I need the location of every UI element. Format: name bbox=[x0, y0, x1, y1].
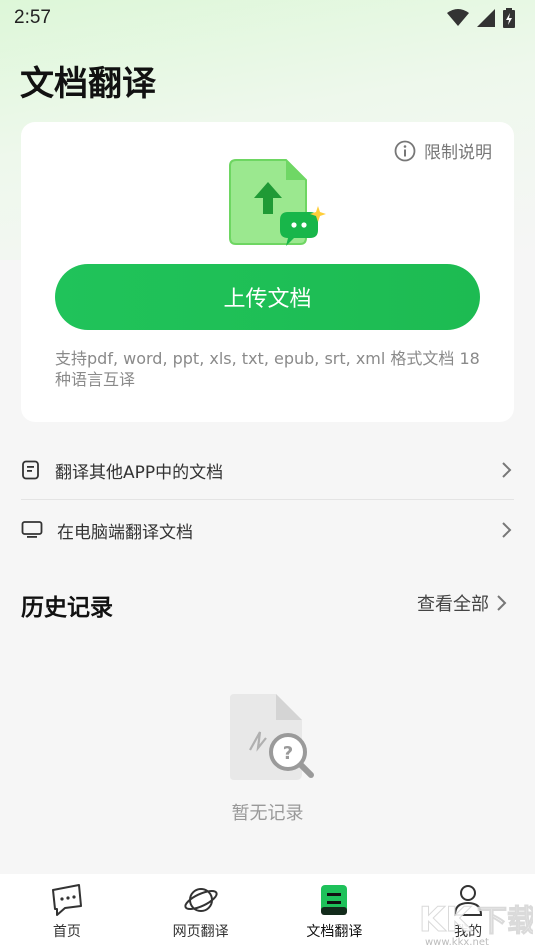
chevron-right-icon bbox=[502, 522, 512, 538]
chat-home-icon bbox=[51, 884, 82, 916]
nav-label: 文档翻译 bbox=[306, 924, 363, 940]
watermark-logo: KK 下载 www.kkx.net bbox=[419, 900, 534, 949]
limit-info-link[interactable]: 限制说明 bbox=[394, 138, 492, 163]
upload-document-button[interactable]: 上传文档 bbox=[55, 264, 480, 330]
doc-translate-icon bbox=[321, 885, 348, 915]
document-icon bbox=[22, 460, 39, 480]
limit-info-label: 限制说明 bbox=[424, 143, 492, 163]
planet-icon bbox=[184, 888, 218, 912]
history-title: 历史记录 bbox=[21, 595, 113, 621]
nav-label: 首页 bbox=[52, 924, 81, 940]
svg-text:?: ? bbox=[283, 743, 293, 764]
status-icons bbox=[447, 8, 515, 28]
monitor-icon bbox=[21, 521, 43, 538]
battery-icon bbox=[503, 8, 515, 28]
chevron-right-icon bbox=[502, 462, 512, 478]
svg-text:www.kkx.net: www.kkx.net bbox=[425, 937, 489, 948]
menu-item-translate-other-app[interactable]: 翻译其他APP中的文档 bbox=[21, 440, 514, 500]
supported-formats-text: 支持pdf, word, ppt, xls, txt, epub, srt, x… bbox=[55, 349, 480, 389]
view-all-link[interactable]: 查看全部 bbox=[417, 590, 509, 616]
svg-text:下载: 下载 bbox=[477, 904, 533, 939]
empty-document-search-icon: ? bbox=[230, 694, 314, 780]
menu-item-translate-on-pc[interactable]: 在电脑端翻译文档 bbox=[21, 500, 514, 560]
svg-text:KK: KK bbox=[419, 900, 473, 940]
wifi-icon bbox=[447, 9, 469, 26]
status-bar: 2:57 bbox=[0, 0, 535, 36]
nav-item-home[interactable]: 首页 bbox=[0, 874, 134, 951]
empty-history-text: 暂无记录 bbox=[231, 803, 304, 824]
document-upload-icon bbox=[229, 159, 326, 246]
view-all-label: 查看全部 bbox=[417, 594, 489, 615]
nav-item-doc-translate[interactable]: 文档翻译 bbox=[268, 874, 402, 951]
chevron-right-icon bbox=[497, 595, 507, 611]
menu-item-label: 在电脑端翻译文档 bbox=[57, 522, 193, 543]
nav-label: 网页翻译 bbox=[172, 924, 229, 940]
menu-item-label: 翻译其他APP中的文档 bbox=[55, 462, 224, 483]
signal-icon bbox=[477, 9, 495, 27]
info-icon bbox=[394, 140, 416, 161]
nav-item-web-translate[interactable]: 网页翻译 bbox=[134, 874, 268, 951]
upload-card: 限制说明 上传文档 支持pdf, word, ppt, xls, txt, ep… bbox=[21, 122, 514, 422]
status-time: 2:57 bbox=[14, 7, 51, 28]
page-title: 文档翻译 bbox=[20, 64, 156, 104]
